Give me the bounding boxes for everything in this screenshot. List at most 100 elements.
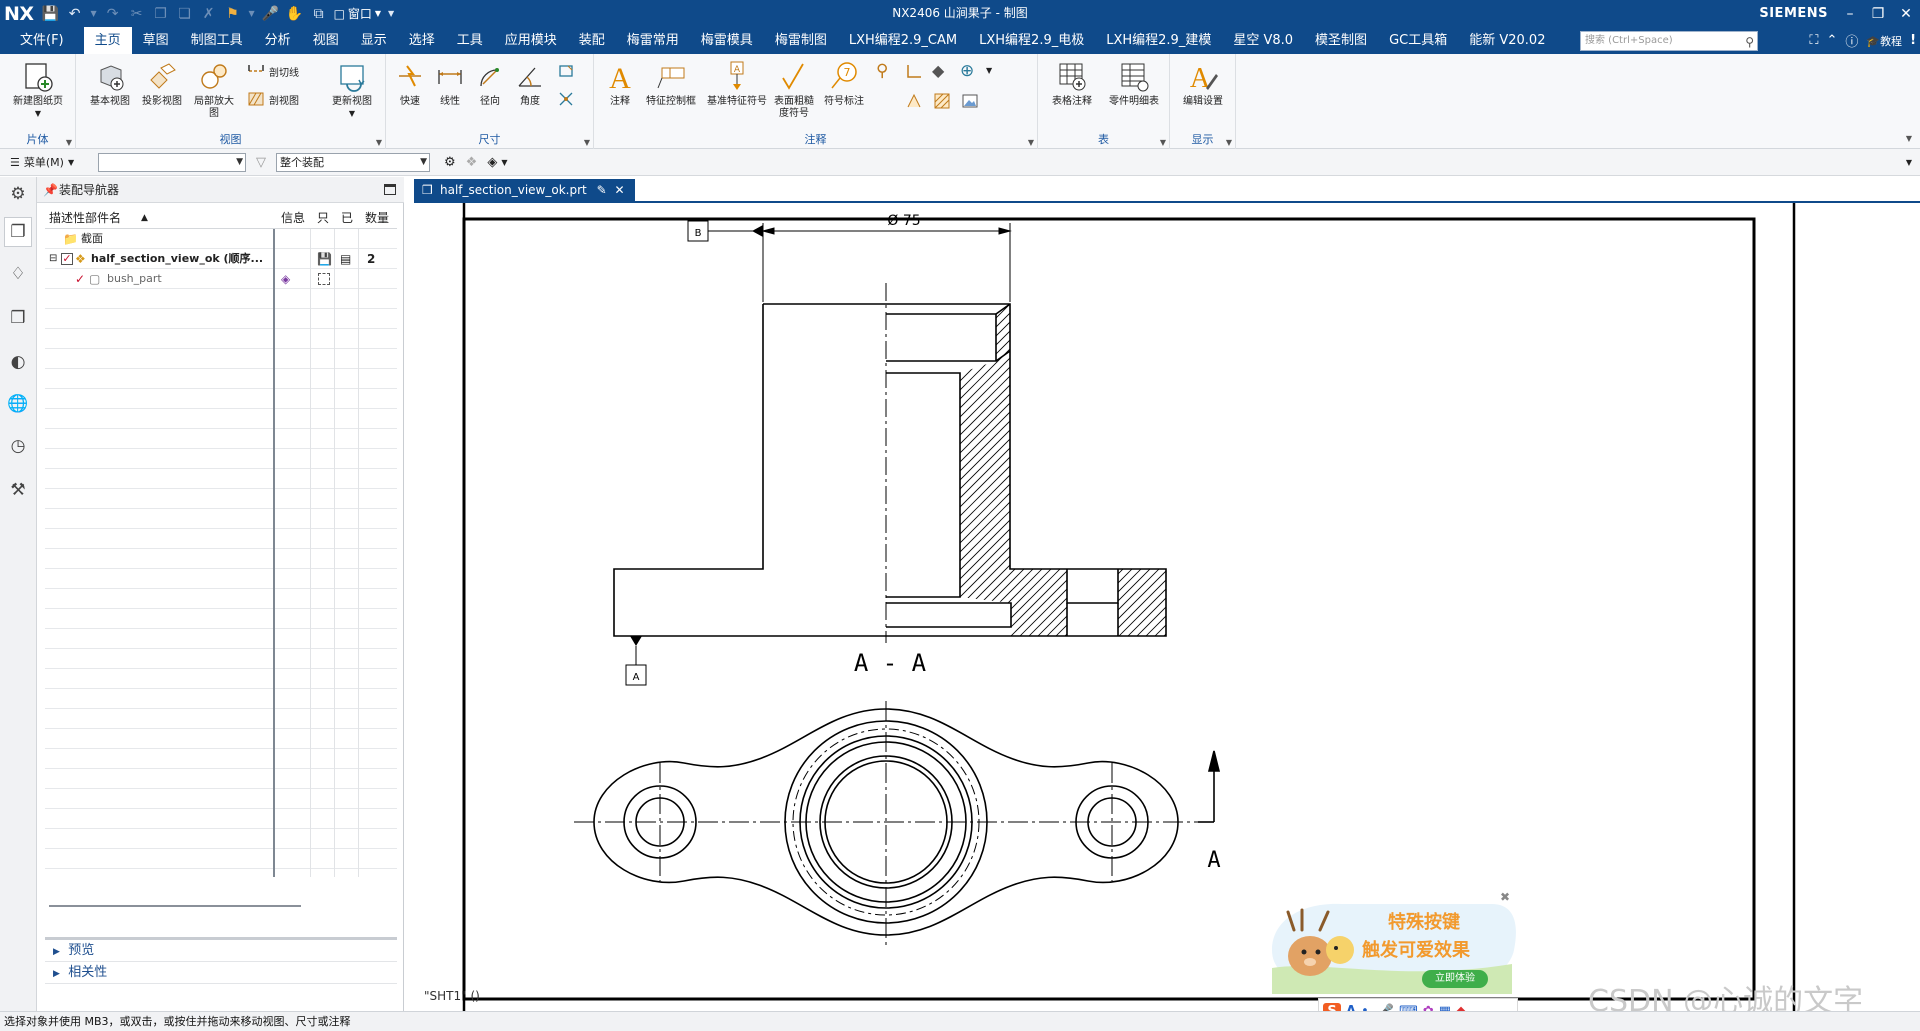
window-menu[interactable]: □ 窗口 ▼ xyxy=(334,5,382,22)
tab-tools[interactable]: 工具 xyxy=(446,27,494,54)
filter-icon[interactable]: ▽ xyxy=(256,155,266,170)
close-icon[interactable]: ✖ xyxy=(1500,890,1510,904)
tab-xingkong[interactable]: 星空 V8.0 xyxy=(1222,27,1304,54)
note-button[interactable]: A 注释 xyxy=(600,58,640,122)
dropdown-icon[interactable]: ▼ xyxy=(248,5,256,23)
target-point-button[interactable]: ⊕ xyxy=(960,60,980,82)
section-view-button[interactable]: 剖视图 xyxy=(246,88,299,110)
hatch-button[interactable] xyxy=(932,90,952,112)
chamfer-dimension-button[interactable] xyxy=(556,60,576,82)
magnifier-tool-button[interactable]: ⚲ xyxy=(876,60,896,82)
chevron-down-icon[interactable]: ▼ xyxy=(986,66,992,75)
group-expand-icon[interactable]: ▼ xyxy=(584,138,590,147)
switch-window-icon[interactable]: ⧉ xyxy=(310,5,328,23)
toolbar-options-icon[interactable]: ▼ xyxy=(1906,158,1912,167)
projected-view-button[interactable]: 投影视图 xyxy=(138,58,186,122)
weld-symbol-button[interactable] xyxy=(904,60,924,82)
dropdown-icon[interactable]: ▼ xyxy=(90,5,98,23)
group-expand-icon[interactable]: ▼ xyxy=(66,138,72,147)
constraint-navigator-icon[interactable]: ♢ xyxy=(4,259,32,289)
tab-home[interactable]: 主页 xyxy=(83,27,132,54)
touch-mode-icon[interactable]: ✋ xyxy=(286,5,304,23)
column-header-readonly[interactable]: 只 xyxy=(317,207,329,229)
save-icon[interactable]: 💾 xyxy=(42,5,60,23)
paste-icon[interactable]: ❏ xyxy=(176,5,194,23)
select-all-icon[interactable]: ⚙ xyxy=(444,155,456,170)
section-line-button[interactable]: 剖切线 xyxy=(246,60,299,82)
section-line-arrow[interactable] xyxy=(1198,750,1221,823)
microphone-icon[interactable]: 🎤 xyxy=(262,5,280,23)
restore-icon[interactable]: ❐ xyxy=(1864,0,1892,27)
minimize-icon[interactable]: – xyxy=(1836,0,1864,27)
section-view-a-a[interactable] xyxy=(414,203,1920,663)
radial-dimension-button[interactable]: 径向 xyxy=(470,58,510,122)
image-button[interactable] xyxy=(960,90,980,112)
column-header-name[interactable]: 描述性部件名 xyxy=(49,207,121,229)
detail-view-button[interactable]: 局部放大图 xyxy=(190,58,238,122)
tab-view[interactable]: 视图 xyxy=(302,27,350,54)
tab-lxh-electrode[interactable]: LXH编程2.9_电极 xyxy=(968,27,1095,54)
tab-meilei-drafting[interactable]: 梅雷制图 xyxy=(764,27,838,54)
close-icon[interactable]: ✕ xyxy=(1892,0,1920,27)
drawing-canvas[interactable]: Ø 75 B A A - A A "SHT1" () xyxy=(414,201,1920,1011)
snap-point-icon[interactable]: ◈ xyxy=(487,155,497,170)
rapid-dimension-button[interactable]: 快速 xyxy=(390,58,430,122)
group-expand-icon[interactable]: ▼ xyxy=(1160,138,1166,147)
horizontal-scrollbar[interactable] xyxy=(49,905,301,907)
angular-dimension-button[interactable]: 角度 xyxy=(510,58,550,122)
tab-nengxin[interactable]: 能新 V20.02 xyxy=(1458,27,1556,54)
dimension-text[interactable]: Ø 75 xyxy=(887,213,920,229)
settings-gear-icon[interactable]: ⚙ xyxy=(4,179,32,209)
delete-icon[interactable]: ✗ xyxy=(200,5,218,23)
sheet-name-label[interactable]: "SHT1" () xyxy=(424,989,480,1003)
alert-icon[interactable]: ! xyxy=(1910,33,1916,48)
selection-scope-select[interactable]: 整个装配 ▼ xyxy=(276,152,430,172)
tab-meilei-mold[interactable]: 梅雷模具 xyxy=(690,27,764,54)
deselect-icon[interactable]: ❖ xyxy=(466,155,478,170)
maximize-icon[interactable] xyxy=(384,184,396,195)
part-navigator-icon[interactable]: ❒ xyxy=(4,303,32,333)
chevron-down-icon[interactable]: ▼ xyxy=(501,158,507,167)
new-sheet-button[interactable]: 新建图纸页 ▼ xyxy=(10,58,66,122)
ime-promo-popup[interactable]: 特殊按键 触发可爱效果 立即体验 ✖ xyxy=(1262,890,1520,994)
promo-cta-button[interactable]: 立即体验 xyxy=(1422,970,1488,988)
save-icon[interactable]: 💾 xyxy=(317,249,332,269)
reuse-library-icon[interactable]: ◐ xyxy=(4,347,32,377)
copy-icon[interactable]: ❐ xyxy=(152,5,170,23)
base-view-button[interactable]: 基本视图 xyxy=(86,58,134,122)
dependencies-panel-toggle[interactable]: ▶ 相关性 xyxy=(45,962,397,984)
column-header-modified[interactable]: 已 xyxy=(341,207,353,229)
column-header-quantity[interactable]: 数量 xyxy=(365,207,389,229)
parts-list-button[interactable]: 零件明细表 xyxy=(1104,58,1164,122)
info-eraser-icon[interactable]: ◈ xyxy=(281,269,290,289)
column-header-info[interactable]: 信息 xyxy=(281,207,305,229)
tree-row-part[interactable]: ✓ ▢ bush_part ◈ xyxy=(45,269,397,289)
dropdown-icon[interactable]: ▼ xyxy=(387,5,395,23)
tree-row-assembly[interactable]: ⊟ ✓ ❖ half_section_view_ok (顺序... 💾 ▤ 2 xyxy=(45,249,397,269)
tab-lxh-cam[interactable]: LXH编程2.9_CAM xyxy=(838,27,968,54)
file-menu[interactable]: 文件(F) xyxy=(0,27,84,54)
fill-tool-button[interactable]: ◆ xyxy=(932,60,952,82)
sort-ascending-icon[interactable]: ▲ xyxy=(141,207,148,229)
group-expand-icon[interactable]: ▼ xyxy=(1028,138,1034,147)
tree-row-sections[interactable]: 📁 截面 xyxy=(45,229,397,249)
history-icon[interactable]: ◷ xyxy=(4,431,32,461)
assembly-navigator-icon[interactable]: ❐ xyxy=(4,217,32,247)
ordinate-dimension-button[interactable] xyxy=(556,88,576,110)
ribbon-options-icon[interactable]: ▼ xyxy=(1906,134,1912,143)
tab-analysis[interactable]: 分析 xyxy=(254,27,302,54)
datum-feature-symbol-button[interactable]: A 基准特征符号 xyxy=(704,58,770,122)
tab-drafting-tools[interactable]: 制图工具 xyxy=(180,27,254,54)
document-tab[interactable]: ❒ half_section_view_ok.prt ✎ ✕ xyxy=(414,179,635,201)
tab-select[interactable]: 选择 xyxy=(398,27,446,54)
web-browser-icon[interactable]: 🌐 xyxy=(4,389,32,419)
help-icon[interactable]: ⓘ xyxy=(1845,31,1858,50)
tutorial-button[interactable]: 🎓教程 xyxy=(1866,33,1902,49)
tab-applications[interactable]: 应用模块 xyxy=(494,27,568,54)
type-filter-select[interactable]: ▼ xyxy=(98,152,246,172)
tab-display[interactable]: 显示 xyxy=(350,27,398,54)
tabular-note-button[interactable]: 表格注释 xyxy=(1044,58,1100,122)
undo-icon[interactable]: ↶ xyxy=(66,5,84,23)
checkbox-checked-icon[interactable]: ✓ xyxy=(61,253,73,265)
main-menu-button[interactable]: ☰ 菜单(M) ▼ xyxy=(0,154,98,170)
